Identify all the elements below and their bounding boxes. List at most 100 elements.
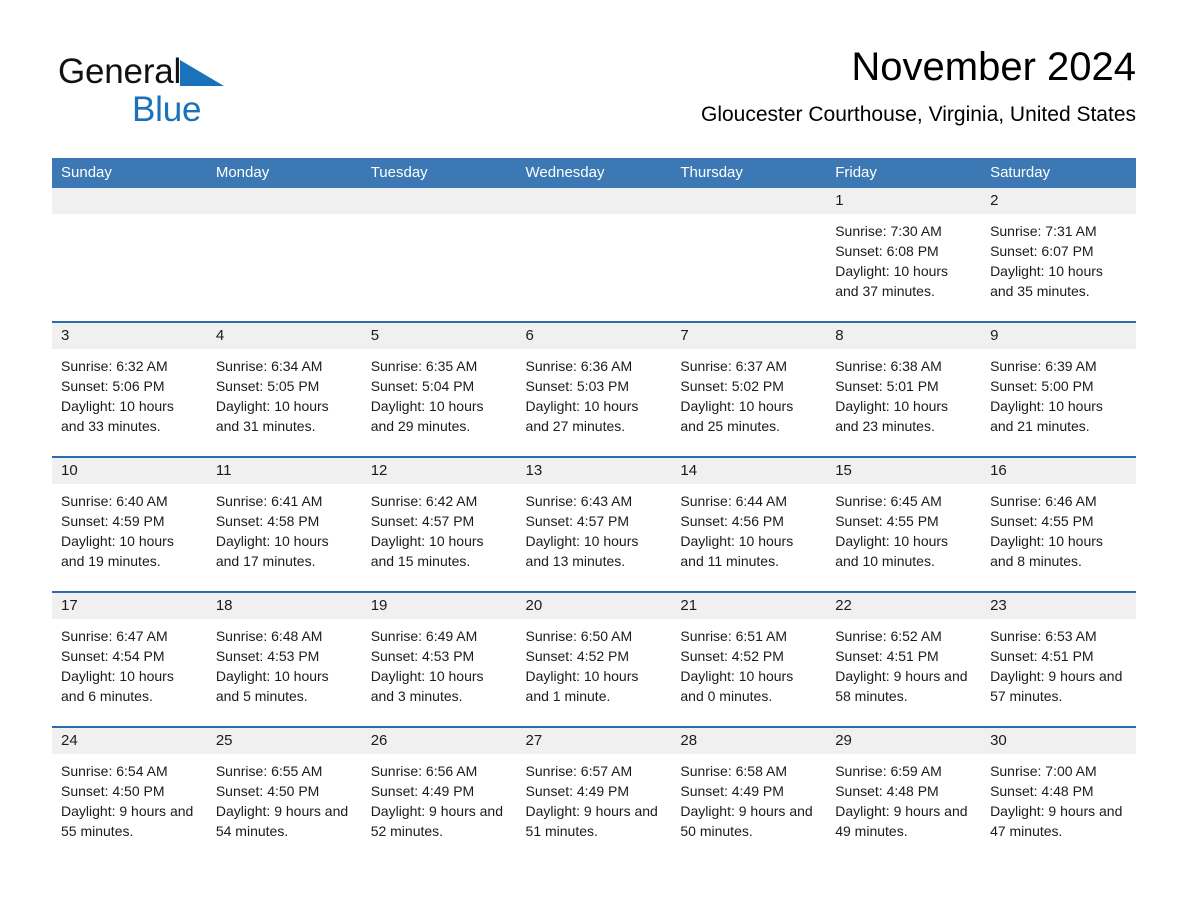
calendar-day-cell[interactable]: 13 Sunrise: 6:43 AM Sunset: 4:57 PM Dayligh… — [516, 456, 672, 592]
day-cell-details: Sunrise: 6:32 AM Sunset: 5:06 PM Daylight:… — [52, 349, 207, 436]
sunrise-text: Sunrise: 6:50 AM — [525, 628, 633, 644]
sunset-text: Sunset: 5:04 PM — [370, 378, 475, 394]
sunset-text: Sunset: 4:50 PM — [61, 783, 165, 799]
daylight-text: Daylight: 10 hours and 25 minutes. — [680, 398, 794, 434]
day-cell-details: Sunrise: 6:35 AM Sunset: 5:04 PM Daylight:… — [362, 349, 517, 436]
sunrise-text: Sunrise: 6:41 AM — [215, 493, 323, 509]
sunset-text: Sunset: 4:52 PM — [680, 648, 784, 664]
sunrise-text: Sunrise: 6:57 AM — [525, 763, 633, 779]
day-cell-details: Sunrise: 6:37 AM Sunset: 5:02 PM Daylight:… — [671, 349, 826, 436]
calendar-day-cell[interactable]: 8 Sunrise: 6:38 AM Sunset: 5:01 PM Daylight… — [826, 321, 982, 457]
day-cell-inner — [52, 188, 207, 321]
calendar-day-cell[interactable]: 3 Sunrise: 6:32 AM Sunset: 5:06 PM Daylight… — [52, 321, 207, 457]
sunset-text: Sunset: 4:52 PM — [525, 648, 630, 664]
calendar-day-cell[interactable]: 28 Sunrise: 6:58 AM Sunset: 4:49 PM Dayligh… — [671, 726, 827, 861]
sunset-text: Sunset: 4:57 PM — [525, 513, 630, 529]
weekday-header-thursday: Thursday — [671, 158, 827, 188]
sunrise-text: Sunrise: 6:56 AM — [370, 763, 478, 779]
calendar-day-cell[interactable]: 26 Sunrise: 6:56 AM Sunset: 4:49 PM Dayligh… — [361, 726, 517, 861]
day-cell-details: Sunrise: 6:53 AM Sunset: 4:51 PM Daylight:… — [981, 619, 1136, 706]
calendar-header-row: Sunday Monday Tuesday Wednesday Thursday… — [52, 158, 1136, 188]
day-cell-details: Sunrise: 6:36 AM Sunset: 5:03 PM Daylight:… — [517, 349, 672, 436]
title-block: November 2024 Gloucester Courthouse, Vir… — [356, 44, 1136, 127]
sunrise-text: Sunrise: 6:52 AM — [835, 628, 942, 644]
calendar-week-row: 24 Sunrise: 6:54 AM Sunset: 4:50 PM Dayligh… — [52, 726, 1136, 861]
day-cell-details: Sunrise: 6:40 AM Sunset: 4:59 PM Daylight:… — [52, 484, 207, 571]
page-subtitle: Gloucester Courthouse, Virginia, United … — [700, 103, 1136, 126]
daylight-text: Daylight: 10 hours and 31 minutes. — [215, 398, 329, 434]
calendar-day-cell[interactable]: 4 Sunrise: 6:34 AM Sunset: 5:05 PM Daylight… — [206, 321, 362, 457]
day-number: 22 — [826, 593, 982, 619]
sunrise-text: Sunrise: 6:44 AM — [680, 493, 787, 509]
day-number: 14 — [671, 458, 827, 484]
calendar-day-cell[interactable]: 18 Sunrise: 6:48 AM Sunset: 4:53 PM Dayligh… — [206, 591, 362, 727]
day-number: 12 — [361, 458, 517, 484]
sunrise-text: Sunrise: 6:40 AM — [61, 493, 168, 509]
sunrise-text: Sunrise: 6:48 AM — [215, 628, 323, 644]
calendar-day-cell[interactable]: 25 Sunrise: 6:55 AM Sunset: 4:50 PM Dayligh… — [206, 726, 362, 861]
day-cell-inner: 3 Sunrise: 6:32 AM Sunset: 5:06 PM Daylight… — [52, 323, 207, 456]
sunset-text: Sunset: 4:48 PM — [990, 783, 1094, 799]
calendar-day-cell[interactable]: 2 Sunrise: 7:31 AM Sunset: 6:07 PM Daylight… — [981, 188, 1136, 322]
calendar-day-cell[interactable]: 27 Sunrise: 6:57 AM Sunset: 4:49 PM Dayligh… — [516, 726, 672, 861]
calendar-day-cell[interactable]: 14 Sunrise: 6:44 AM Sunset: 4:56 PM Dayligh… — [671, 456, 827, 592]
day-cell-inner: 9 Sunrise: 6:39 AM Sunset: 5:00 PM Daylight… — [981, 323, 1136, 456]
day-cell-details: Sunrise: 6:58 AM Sunset: 4:49 PM Daylight:… — [671, 754, 826, 841]
calendar-day-cell[interactable]: 21 Sunrise: 6:51 AM Sunset: 4:52 PM Dayligh… — [671, 591, 827, 727]
sunrise-text: Sunrise: 6:47 AM — [61, 628, 168, 644]
month-calendar: Sunday Monday Tuesday Wednesday Thursday… — [52, 158, 1136, 861]
day-number: 26 — [361, 728, 517, 754]
calendar-day-cell[interactable]: 1 Sunrise: 7:30 AM Sunset: 6:08 PM Daylight… — [826, 188, 982, 322]
day-cell-details: Sunrise: 6:50 AM Sunset: 4:52 PM Daylight:… — [517, 619, 672, 706]
brand-name-blue: Blue — [132, 90, 202, 129]
calendar-day-cell[interactable]: 30 Sunrise: 7:00 AM Sunset: 4:48 PM Dayligh… — [981, 726, 1136, 861]
calendar-day-cell[interactable]: 7 Sunrise: 6:37 AM Sunset: 5:02 PM Daylight… — [671, 321, 827, 457]
calendar-day-cell[interactable]: 10 Sunrise: 6:40 AM Sunset: 4:59 PM Dayligh… — [52, 456, 207, 592]
brand-logo[interactable]: General Blue — [58, 54, 358, 132]
calendar-day-cell[interactable]: 15 Sunrise: 6:45 AM Sunset: 4:55 PM Dayligh… — [826, 456, 982, 592]
day-cell-inner: 27 Sunrise: 6:57 AM Sunset: 4:49 PM Dayligh… — [516, 728, 672, 861]
calendar-day-cell[interactable]: 29 Sunrise: 6:59 AM Sunset: 4:48 PM Dayligh… — [826, 726, 982, 861]
calendar-day-cell[interactable]: 17 Sunrise: 6:47 AM Sunset: 4:54 PM Dayligh… — [52, 591, 207, 727]
sunrise-text: Sunrise: 6:32 AM — [61, 358, 168, 374]
calendar-day-cell[interactable]: 24 Sunrise: 6:54 AM Sunset: 4:50 PM Dayligh… — [52, 726, 207, 861]
day-cell-inner: 15 Sunrise: 6:45 AM Sunset: 4:55 PM Dayligh… — [826, 458, 982, 591]
daylight-text: Daylight: 10 hours and 0 minutes. — [680, 668, 794, 704]
day-number — [52, 188, 207, 214]
calendar-day-cell[interactable]: 20 Sunrise: 6:50 AM Sunset: 4:52 PM Dayligh… — [516, 591, 672, 727]
day-number: 8 — [826, 323, 982, 349]
sunset-text: Sunset: 4:49 PM — [370, 783, 475, 799]
sunset-text: Sunset: 4:54 PM — [61, 648, 165, 664]
sunset-text: Sunset: 6:07 PM — [990, 243, 1094, 259]
sunset-text: Sunset: 5:00 PM — [990, 378, 1094, 394]
calendar-day-cell[interactable]: 6 Sunrise: 6:36 AM Sunset: 5:03 PM Daylight… — [516, 321, 672, 457]
calendar-week-row: 1 Sunrise: 7:30 AM Sunset: 6:08 PM Daylight… — [52, 188, 1136, 322]
day-number: 13 — [516, 458, 672, 484]
day-number: 20 — [516, 593, 672, 619]
day-number — [516, 188, 672, 214]
sunset-text: Sunset: 4:49 PM — [680, 783, 784, 799]
day-cell-inner: 1 Sunrise: 7:30 AM Sunset: 6:08 PM Daylight… — [826, 188, 982, 321]
daylight-text: Daylight: 9 hours and 51 minutes. — [525, 803, 658, 839]
daylight-text: Daylight: 10 hours and 1 minute. — [525, 668, 639, 704]
day-cell-details: Sunrise: 6:48 AM Sunset: 4:53 PM Daylight:… — [207, 619, 362, 706]
calendar-day-cell[interactable]: 12 Sunrise: 6:42 AM Sunset: 4:57 PM Dayligh… — [361, 456, 517, 592]
sunrise-text: Sunrise: 7:31 AM — [990, 223, 1097, 239]
day-number: 11 — [206, 458, 362, 484]
calendar-day-cell[interactable]: 16 Sunrise: 6:46 AM Sunset: 4:55 PM Dayligh… — [981, 456, 1136, 592]
calendar-day-cell[interactable]: 5 Sunrise: 6:35 AM Sunset: 5:04 PM Daylight… — [361, 321, 517, 457]
calendar-day-cell[interactable]: 19 Sunrise: 6:49 AM Sunset: 4:53 PM Dayligh… — [361, 591, 517, 727]
sunset-text: Sunset: 4:50 PM — [215, 783, 320, 799]
day-cell-inner: 10 Sunrise: 6:40 AM Sunset: 4:59 PM Dayligh… — [52, 458, 207, 591]
calendar-day-cell[interactable]: 9 Sunrise: 6:39 AM Sunset: 5:00 PM Daylight… — [981, 321, 1136, 457]
day-number: 18 — [206, 593, 362, 619]
calendar-day-cell[interactable]: 22 Sunrise: 6:52 AM Sunset: 4:51 PM Dayligh… — [826, 591, 982, 727]
daylight-text: Daylight: 10 hours and 33 minutes. — [61, 398, 174, 434]
sunset-text: Sunset: 5:05 PM — [215, 378, 320, 394]
calendar-day-cell[interactable]: 11 Sunrise: 6:41 AM Sunset: 4:58 PM Dayligh… — [206, 456, 362, 592]
day-cell-inner: 7 Sunrise: 6:37 AM Sunset: 5:02 PM Daylight… — [671, 323, 827, 456]
day-cell-inner: 29 Sunrise: 6:59 AM Sunset: 4:48 PM Dayligh… — [826, 728, 982, 861]
day-cell-details: Sunrise: 6:39 AM Sunset: 5:00 PM Daylight:… — [981, 349, 1136, 436]
calendar-day-cell[interactable]: 23 Sunrise: 6:53 AM Sunset: 4:51 PM Dayligh… — [981, 591, 1136, 727]
sunset-text: Sunset: 5:03 PM — [525, 378, 630, 394]
